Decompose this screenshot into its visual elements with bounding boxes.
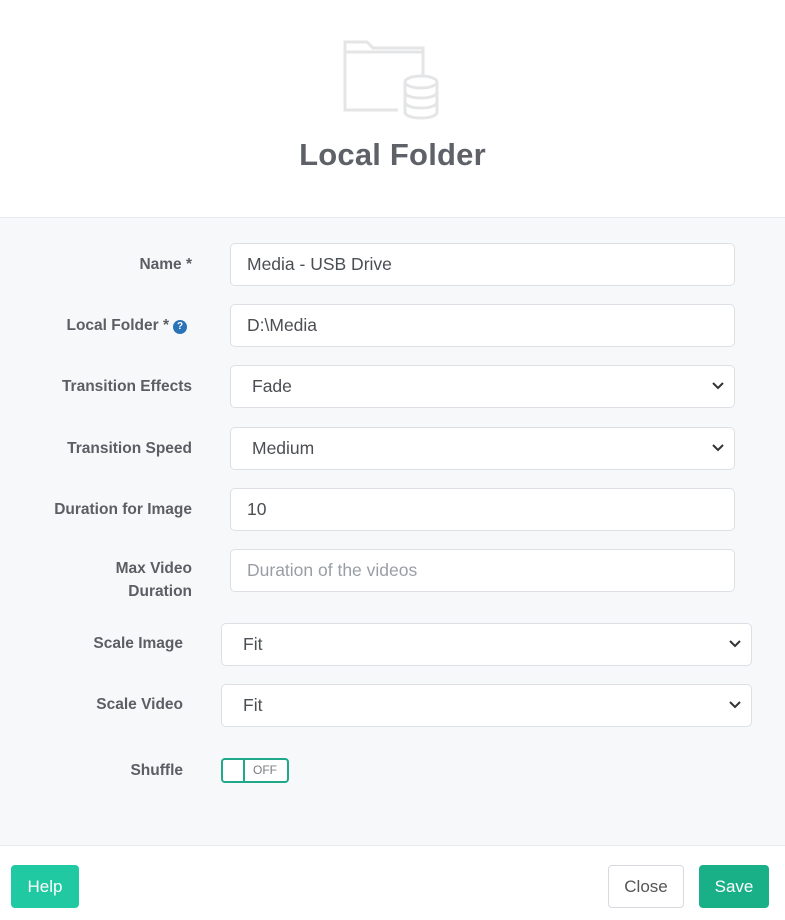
scale-image-value: Fit	[243, 634, 263, 654]
max-video-label: Max Video Duration	[116, 557, 192, 603]
chevron-down-icon	[712, 382, 724, 390]
folder-database-icon	[343, 40, 440, 122]
toggle-state-text: OFF	[253, 763, 277, 777]
transition-speed-value: Medium	[252, 438, 315, 458]
scale-image-select[interactable]: Fit	[221, 623, 752, 666]
transition-speed-select[interactable]: Medium	[230, 427, 735, 470]
save-button[interactable]: Save	[699, 865, 769, 908]
question-circle-icon[interactable]: ?	[173, 320, 187, 334]
shuffle-toggle[interactable]: OFF	[221, 758, 289, 783]
transition-speed-label: Transition Speed	[67, 440, 192, 457]
transition-effects-label: Transition Effects	[61, 378, 192, 395]
scale-image-label: Scale Image	[93, 635, 183, 652]
dialog-title: Local Folder	[299, 137, 486, 172]
transition-effects-value: Fade	[252, 376, 292, 396]
duration-image-input[interactable]: 10	[230, 488, 735, 531]
shuffle-label: Shuffle	[130, 762, 183, 779]
toggle-knob	[223, 760, 245, 781]
form-body: Name * Media - USB Drive Local Folder *?…	[0, 218, 785, 845]
local-folder-label: Local Folder *?	[66, 314, 187, 337]
scale-video-select[interactable]: Fit	[221, 684, 752, 727]
scale-video-label: Scale Video	[96, 696, 183, 713]
help-button[interactable]: Help	[11, 865, 79, 908]
chevron-down-icon	[729, 701, 741, 709]
chevron-down-icon	[712, 444, 724, 452]
max-video-input[interactable]: Duration of the videos	[230, 549, 735, 592]
max-video-label-line1: Max Video	[115, 560, 192, 577]
name-input[interactable]: Media - USB Drive	[230, 243, 735, 286]
local-folder-input[interactable]: D:\Media	[230, 304, 735, 347]
max-video-label-line2: Duration	[128, 583, 192, 600]
scale-video-value: Fit	[243, 695, 263, 715]
dialog-header: Local Folder	[0, 0, 785, 218]
chevron-down-icon	[729, 640, 741, 648]
local-folder-label-text: Local Folder *	[66, 317, 170, 334]
duration-image-label: Duration for Image	[54, 501, 192, 518]
dialog-footer: Help Close Save	[0, 845, 785, 920]
transition-effects-select[interactable]: Fade	[230, 365, 735, 408]
close-button[interactable]: Close	[608, 865, 684, 908]
name-label: Name *	[139, 256, 192, 273]
